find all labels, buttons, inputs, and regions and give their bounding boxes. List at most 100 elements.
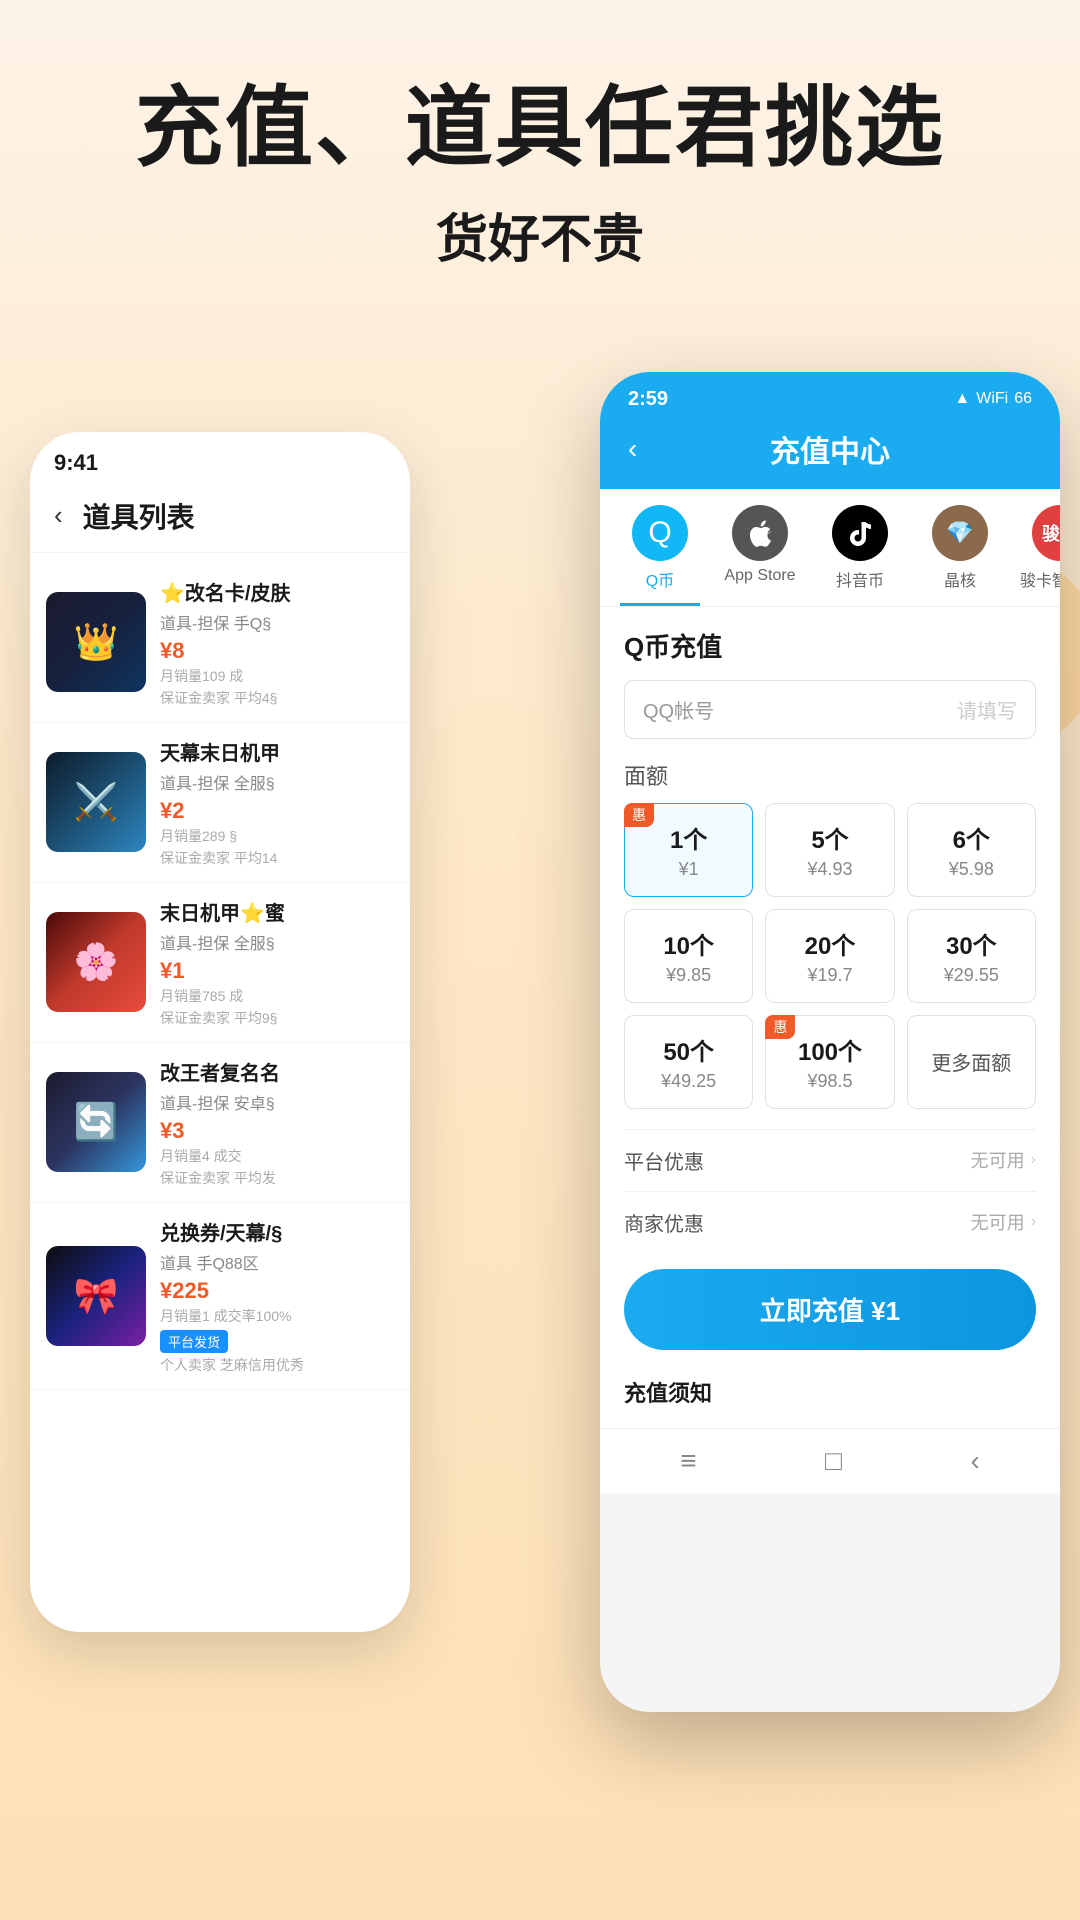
item-icon: 👑 bbox=[46, 592, 146, 692]
denom-price: ¥19.7 bbox=[776, 965, 883, 986]
item-image: 👑 bbox=[46, 592, 146, 692]
recharge-button[interactable]: 立即充值 ¥1 bbox=[624, 1269, 1036, 1350]
qq-icon: Q bbox=[632, 505, 688, 561]
tab-junka-label: 骏卡智充卡 bbox=[1020, 567, 1060, 591]
qq-account-input[interactable]: QQ帐号 请填写 bbox=[624, 680, 1036, 739]
left-back-arrow[interactable]: ‹ bbox=[54, 500, 63, 531]
crystal-icon: 💎 bbox=[932, 505, 988, 561]
denom-20[interactable]: 20个 ¥19.7 bbox=[765, 909, 894, 1003]
merchant-discount[interactable]: 商家优惠 无可用 › bbox=[624, 1191, 1036, 1253]
signal-icon: ▲ bbox=[954, 390, 970, 408]
list-item[interactable]: 🌸 末日机甲⭐蜜 道具-担保 全服§ ¥1 月销量785 成 保证金卖家 平均9… bbox=[30, 883, 410, 1043]
denom-price: ¥9.85 bbox=[635, 965, 742, 986]
tab-qq-label: Q币 bbox=[646, 567, 674, 591]
wifi-icon: WiFi bbox=[976, 390, 1008, 408]
tab-crystal[interactable]: 💎 晶核 bbox=[920, 505, 1000, 606]
item-sales: 月销量109 成 bbox=[160, 666, 394, 686]
denomination-grid: 惠 1个 ¥1 5个 ¥4.93 6个 ¥5.98 10个 ¥9.85 bbox=[624, 803, 1036, 1109]
item-name: 天幕末日机甲 bbox=[160, 737, 394, 766]
right-nav-title: 充值中心 bbox=[770, 427, 890, 471]
input-label: QQ帐号 bbox=[643, 695, 957, 724]
platform-badge: 平台发货 bbox=[160, 1330, 228, 1353]
chevron-right-icon: › bbox=[1031, 1213, 1036, 1231]
home-icon[interactable]: □ bbox=[825, 1445, 842, 1477]
item-icon: 🎀 bbox=[46, 1246, 146, 1346]
right-phone-nav: ‹ 充值中心 bbox=[600, 419, 1060, 489]
denom-badge: 惠 bbox=[624, 803, 654, 827]
item-sales: 月销量4 成交 bbox=[160, 1146, 394, 1166]
list-item[interactable]: 🎀 兑换券/天幕/§ 道具 手Q88区 ¥225 月销量1 成交率100% 平台… bbox=[30, 1203, 410, 1390]
item-icon: 🌸 bbox=[46, 912, 146, 1012]
item-desc: 道具-担保 全服§ bbox=[160, 930, 394, 954]
denom-10[interactable]: 10个 ¥9.85 bbox=[624, 909, 753, 1003]
item-info: 末日机甲⭐蜜 道具-担保 全服§ ¥1 月销量785 成 保证金卖家 平均9§ bbox=[160, 897, 394, 1028]
menu-icon[interactable]: ≡ bbox=[680, 1445, 696, 1477]
recharge-content: Q币充值 QQ帐号 请填写 面额 惠 1个 ¥1 5个 ¥4.93 bbox=[600, 607, 1060, 1428]
chevron-right-icon: › bbox=[1031, 1151, 1036, 1169]
denom-1[interactable]: 惠 1个 ¥1 bbox=[624, 803, 753, 897]
item-name: ⭐改名卡/皮肤 bbox=[160, 577, 394, 606]
item-price: ¥1 bbox=[160, 958, 394, 984]
item-name: 兑换券/天幕/§ bbox=[160, 1217, 394, 1246]
denom-5[interactable]: 5个 ¥4.93 bbox=[765, 803, 894, 897]
back-icon[interactable]: ‹ bbox=[970, 1445, 979, 1477]
denom-more[interactable]: 更多面额 bbox=[907, 1015, 1036, 1109]
right-back-button[interactable]: ‹ bbox=[628, 433, 637, 465]
item-desc: 道具-担保 安卓§ bbox=[160, 1090, 394, 1114]
tab-appstore[interactable]: App Store bbox=[720, 505, 800, 606]
denom-count: 6个 bbox=[918, 820, 1025, 855]
right-phone-header-bg: 2:59 ▲ WiFi 66 ‹ 充值中心 bbox=[600, 372, 1060, 489]
denom-count: 20个 bbox=[776, 926, 883, 961]
tiktok-icon bbox=[832, 505, 888, 561]
item-extra: 保证金卖家 平均9§ bbox=[160, 1008, 394, 1028]
item-extra: 个人卖家 芝麻信用优秀 bbox=[160, 1355, 394, 1375]
merchant-discount-value: 无可用 › bbox=[971, 1209, 1036, 1235]
tabs-area: Q Q币 App Store 抖音币 � bbox=[600, 489, 1060, 607]
section-title: Q币充值 bbox=[624, 627, 1036, 664]
left-phone-header: ‹ 道具列表 bbox=[30, 486, 410, 553]
denom-50[interactable]: 50个 ¥49.25 bbox=[624, 1015, 753, 1109]
tab-appstore-label: App Store bbox=[724, 567, 795, 585]
list-item[interactable]: 🔄 改王者复名名 道具-担保 安卓§ ¥3 月销量4 成交 保证金卖家 平均发 bbox=[30, 1043, 410, 1203]
item-image: 🌸 bbox=[46, 912, 146, 1012]
platform-discount-value: 无可用 › bbox=[971, 1147, 1036, 1173]
hero-subtitle: 货好不贵 bbox=[40, 197, 1040, 272]
platform-discount-label: 平台优惠 bbox=[624, 1146, 704, 1175]
left-phone-status-time: 9:41 bbox=[30, 432, 410, 486]
battery-icon: 66 bbox=[1014, 390, 1032, 408]
item-name: 末日机甲⭐蜜 bbox=[160, 897, 394, 926]
tab-crystal-label: 晶核 bbox=[944, 567, 976, 591]
denom-count: 10个 bbox=[635, 926, 742, 961]
denom-count: 30个 bbox=[918, 926, 1025, 961]
item-desc: 道具-担保 全服§ bbox=[160, 770, 394, 794]
item-price: ¥8 bbox=[160, 638, 394, 664]
tab-junka[interactable]: 骏卡 骏卡智充卡 bbox=[1020, 505, 1060, 606]
denom-count: 100个 bbox=[776, 1032, 883, 1067]
list-item[interactable]: ⚔️ 天幕末日机甲 道具-担保 全服§ ¥2 月销量289 § 保证金卖家 平均… bbox=[30, 723, 410, 883]
item-extra: 保证金卖家 平均4§ bbox=[160, 688, 394, 708]
more-label: 更多面额 bbox=[931, 1047, 1011, 1076]
item-sales: 月销量785 成 bbox=[160, 986, 394, 1006]
phones-area: 9:41 ‹ 道具列表 👑 ⭐改名卡/皮肤 道具-担保 手Q§ ¥8 月销量10… bbox=[0, 352, 1080, 1732]
tab-tiktok[interactable]: 抖音币 bbox=[820, 505, 900, 606]
tab-qq[interactable]: Q Q币 bbox=[620, 505, 700, 606]
list-item[interactable]: 👑 ⭐改名卡/皮肤 道具-担保 手Q§ ¥8 月销量109 成 保证金卖家 平均… bbox=[30, 563, 410, 723]
item-image: 🎀 bbox=[46, 1246, 146, 1346]
item-extra: 保证金卖家 平均14 bbox=[160, 848, 394, 868]
denom-6[interactable]: 6个 ¥5.98 bbox=[907, 803, 1036, 897]
merchant-discount-label: 商家优惠 bbox=[624, 1208, 704, 1237]
denom-price: ¥98.5 bbox=[776, 1071, 883, 1092]
denom-30[interactable]: 30个 ¥29.55 bbox=[907, 909, 1036, 1003]
hero-title: 充值、道具任君挑选 bbox=[40, 80, 1040, 177]
denom-100[interactable]: 惠 100个 ¥98.5 bbox=[765, 1015, 894, 1109]
item-desc: 道具 手Q88区 bbox=[160, 1250, 394, 1274]
right-status-icons: ▲ WiFi 66 bbox=[954, 390, 1032, 408]
item-name: 改王者复名名 bbox=[160, 1057, 394, 1086]
right-status-time: 2:59 bbox=[628, 388, 668, 411]
item-desc: 道具-担保 手Q§ bbox=[160, 610, 394, 634]
platform-discount[interactable]: 平台优惠 无可用 › bbox=[624, 1129, 1036, 1191]
item-price: ¥225 bbox=[160, 1278, 394, 1304]
apple-icon bbox=[732, 505, 788, 561]
left-phone: 9:41 ‹ 道具列表 👑 ⭐改名卡/皮肤 道具-担保 手Q§ ¥8 月销量10… bbox=[30, 432, 410, 1632]
left-phone-title: 道具列表 bbox=[83, 496, 195, 536]
